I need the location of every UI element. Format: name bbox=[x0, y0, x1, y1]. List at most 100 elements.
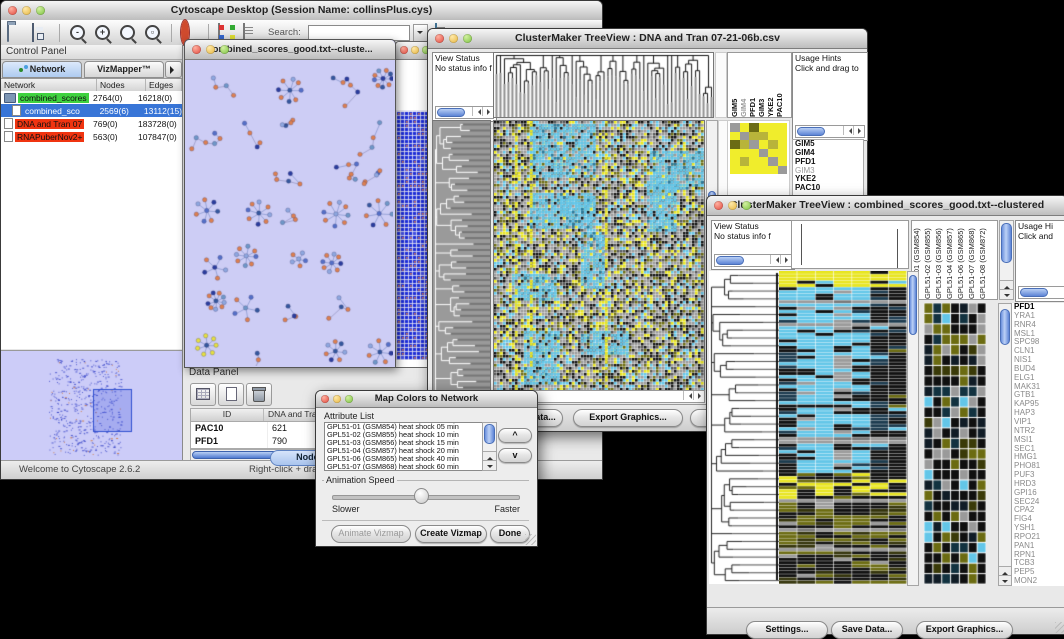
network-overview-canvas[interactable] bbox=[1, 351, 180, 460]
column-label[interactable]: GIM3 bbox=[757, 53, 766, 117]
attribute-list-item[interactable]: GPL51-07 (GSM868) heat shock 60 min bbox=[325, 463, 483, 471]
close-button[interactable] bbox=[400, 46, 408, 54]
export-graphics-button[interactable]: Export Graphics... bbox=[916, 621, 1013, 639]
matrix-cell[interactable] bbox=[759, 140, 769, 149]
zoom-vscrollbar[interactable] bbox=[998, 303, 1012, 586]
move-down-button[interactable]: v bbox=[498, 448, 532, 463]
network-window-titlebar[interactable]: combined_scores_good.txt--cluste... bbox=[185, 40, 395, 60]
column-label[interactable]: PFD1 bbox=[748, 53, 757, 117]
dialog-titlebar[interactable]: Map Colors to Network bbox=[316, 391, 537, 408]
treeview1-titlebar[interactable]: ClusterMaker TreeView : DNA and Tran 07-… bbox=[428, 29, 867, 49]
column-label[interactable]: GPL51-02 (GSM855) bbox=[923, 221, 934, 299]
view-status-scrollbar[interactable] bbox=[714, 254, 792, 267]
matrix-cell[interactable] bbox=[730, 140, 740, 149]
close-button[interactable] bbox=[714, 201, 723, 210]
minimize-button[interactable] bbox=[206, 45, 215, 54]
matrix-cell[interactable] bbox=[768, 166, 778, 175]
row-dendrogram-canvas[interactable] bbox=[709, 271, 779, 584]
attribute-list-scrollbar[interactable] bbox=[482, 422, 497, 471]
save-button[interactable] bbox=[32, 24, 50, 41]
network-list-row[interactable]: RNAPuberNov2+ 563(0) 107847(0) bbox=[1, 130, 182, 143]
tab-vizmapper[interactable]: VizMapper™ bbox=[84, 61, 164, 78]
matrix-cell[interactable] bbox=[749, 157, 759, 166]
matrix-cell[interactable] bbox=[749, 149, 759, 158]
matrix-cell[interactable] bbox=[759, 149, 769, 158]
column-label[interactable]: GPL51-08 (GSM872) bbox=[978, 221, 989, 299]
scrollbar-thumb[interactable] bbox=[909, 275, 917, 335]
tab-network[interactable]: Network bbox=[2, 61, 82, 78]
matrix-cell[interactable] bbox=[778, 166, 788, 175]
matrix-cell[interactable] bbox=[740, 166, 750, 175]
matrix-cell[interactable] bbox=[740, 140, 750, 149]
treeview2-titlebar[interactable]: ClusterMaker TreeView : combined_scores_… bbox=[707, 196, 1064, 216]
network-list-row[interactable]: combined_sco 2569(6) 13112(15) bbox=[1, 104, 182, 117]
matrix-cell[interactable] bbox=[768, 140, 778, 149]
scroll-right-button[interactable] bbox=[780, 255, 791, 264]
scroll-down-button[interactable] bbox=[483, 460, 496, 470]
column-label[interactable]: GPL51-04 (GSM857) bbox=[945, 221, 956, 299]
zoom-button[interactable] bbox=[463, 34, 472, 43]
close-button[interactable] bbox=[8, 6, 17, 15]
matrix-cell[interactable] bbox=[768, 149, 778, 158]
export-graphics-button[interactable]: Export Graphics... bbox=[573, 409, 683, 427]
scroll-down-button[interactable] bbox=[1000, 289, 1013, 299]
network-view-canvas[interactable] bbox=[185, 60, 393, 366]
matrix-cell[interactable] bbox=[778, 140, 788, 149]
matrix-cell[interactable] bbox=[730, 166, 740, 175]
zoom-button[interactable] bbox=[742, 201, 751, 210]
resize-handle[interactable] bbox=[525, 534, 536, 545]
matrix-cell[interactable] bbox=[768, 123, 778, 132]
scrollbar-thumb[interactable] bbox=[1020, 288, 1048, 297]
matrix-cell[interactable] bbox=[740, 149, 750, 158]
matrix-cell[interactable] bbox=[749, 123, 759, 132]
row-dendrogram-canvas[interactable] bbox=[432, 120, 491, 397]
minimize-button[interactable] bbox=[411, 46, 419, 54]
matrix-cell[interactable] bbox=[730, 157, 740, 166]
close-button[interactable] bbox=[321, 395, 329, 403]
matrix-cell[interactable] bbox=[740, 157, 750, 166]
matrix-cell[interactable] bbox=[759, 166, 769, 175]
network-overview-panel[interactable] bbox=[1, 350, 182, 461]
scroll-right-button[interactable] bbox=[853, 126, 864, 135]
view-status-scrollbar[interactable] bbox=[435, 106, 494, 119]
delete-attribute-button[interactable] bbox=[246, 383, 272, 406]
zoom-fit-button[interactable] bbox=[119, 24, 137, 41]
open-file-button[interactable] bbox=[7, 24, 25, 41]
heatmap-canvas[interactable] bbox=[779, 271, 907, 584]
matrix-cell[interactable] bbox=[759, 132, 769, 141]
zoom-heatmap-canvas[interactable] bbox=[924, 303, 986, 584]
close-button[interactable] bbox=[192, 45, 201, 54]
minimize-button[interactable] bbox=[333, 395, 341, 403]
minimize-button[interactable] bbox=[22, 6, 31, 15]
move-up-button[interactable]: ^ bbox=[498, 428, 532, 443]
matrix-cell[interactable] bbox=[730, 149, 740, 158]
minimize-button[interactable] bbox=[728, 201, 737, 210]
column-label[interactable]: PAC10 bbox=[775, 53, 784, 117]
scroll-right-button[interactable] bbox=[482, 107, 493, 116]
column-dendrogram-area[interactable] bbox=[791, 220, 909, 269]
scrollbar-thumb[interactable] bbox=[1001, 223, 1012, 263]
matrix-cell[interactable] bbox=[749, 132, 759, 141]
dense-network-canvas[interactable] bbox=[396, 110, 429, 360]
scrollbar-thumb[interactable] bbox=[716, 256, 744, 265]
matrix-cell[interactable] bbox=[759, 123, 769, 132]
usage-hints-scrollbar[interactable] bbox=[1018, 286, 1064, 299]
scrollbar-thumb[interactable] bbox=[797, 127, 825, 136]
network-list-row[interactable]: DNA and Tran 07 769(0) 183728(0) bbox=[1, 117, 182, 130]
zoom-button[interactable] bbox=[36, 6, 45, 15]
matrix-cell[interactable] bbox=[740, 123, 750, 132]
tab-overflow-button[interactable] bbox=[165, 61, 182, 78]
matrix-cell[interactable] bbox=[768, 157, 778, 166]
matrix-cell[interactable] bbox=[778, 149, 788, 158]
zoom-in-button[interactable]: + bbox=[94, 24, 112, 41]
animate-vizmap-button[interactable]: Animate Vizmap bbox=[331, 525, 411, 543]
column-labels-scrollbar[interactable] bbox=[999, 220, 1014, 300]
close-button[interactable] bbox=[435, 34, 444, 43]
column-label[interactable]: GPL51-06 (GSM865) bbox=[956, 221, 967, 299]
matrix-cell[interactable] bbox=[778, 157, 788, 166]
usage-hints-scrollbar[interactable] bbox=[795, 125, 865, 138]
scroll-right-button[interactable] bbox=[693, 391, 704, 400]
matrix-cell[interactable] bbox=[749, 140, 759, 149]
matrix-cell[interactable] bbox=[759, 157, 769, 166]
search-dropdown-button[interactable] bbox=[413, 24, 428, 42]
